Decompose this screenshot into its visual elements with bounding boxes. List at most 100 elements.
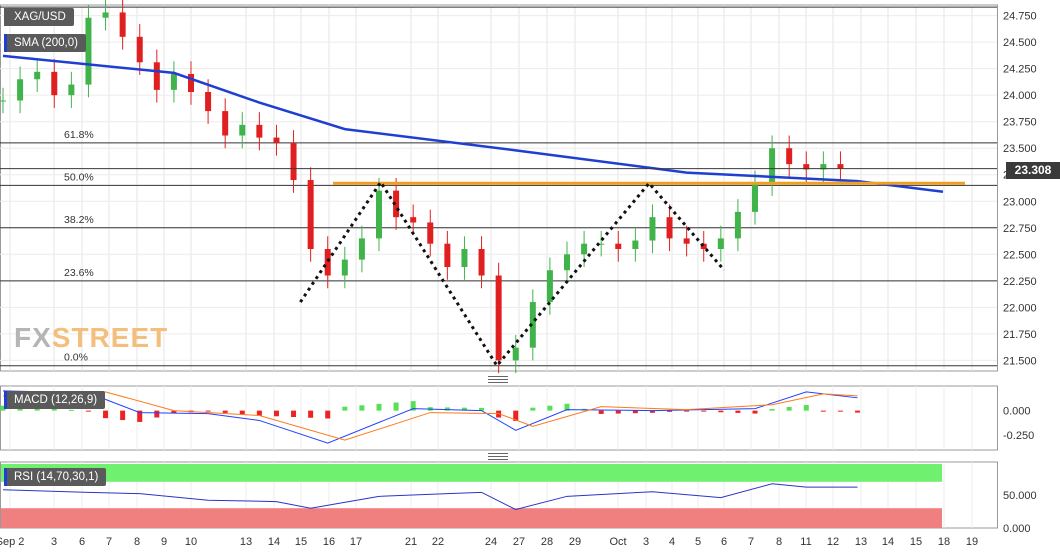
x-tick-label: 17	[350, 536, 362, 548]
fib-level-label: 38.2%	[64, 214, 94, 226]
candle	[461, 236, 468, 280]
macd-histogram-bar	[120, 410, 126, 421]
x-tick-label: 6	[721, 536, 727, 548]
macd-histogram-bar	[222, 410, 228, 413]
candle	[188, 61, 194, 105]
candle-body	[564, 254, 570, 271]
candle-body	[683, 238, 690, 244]
candle-body	[837, 164, 844, 169]
macd-histogram-bar	[735, 410, 741, 413]
candle	[256, 112, 263, 151]
macd-histogram-bar	[598, 410, 604, 414]
macd-histogram-bar	[530, 407, 536, 411]
macd-y-tick-label: -0.250	[1003, 430, 1034, 442]
candle-body	[170, 73, 177, 90]
pane-resize-handle-macd[interactable]	[488, 376, 508, 383]
macd-signal-line	[2, 391, 858, 441]
candle-body	[341, 259, 348, 276]
rsi-y-tick-label: 50.000	[1003, 490, 1037, 502]
candle	[564, 241, 570, 283]
fib-level-label: 61.8%	[64, 129, 94, 141]
x-tick-label: Sep 2	[0, 536, 24, 548]
x-tick-label: 5	[695, 536, 701, 548]
candle	[632, 227, 639, 262]
symbol-tag[interactable]: XAG/USD	[4, 8, 74, 26]
candle-body	[85, 17, 92, 85]
candle-body	[478, 249, 485, 276]
candle	[615, 230, 622, 262]
x-tick-label: 27	[513, 536, 525, 548]
candle	[717, 225, 724, 262]
x-tick-label: 28	[541, 536, 553, 548]
y-tick-label: 24.250	[1003, 64, 1037, 76]
candle-body	[136, 36, 143, 63]
candle	[34, 59, 41, 92]
candle-body	[717, 238, 724, 249]
macd-label: MACD (12,26,9)	[14, 394, 98, 406]
candle	[837, 151, 844, 182]
rsi-tag[interactable]: RSI (14,70,30,1)	[4, 468, 107, 486]
x-tick-label: 4	[669, 536, 675, 548]
x-tick-label: 14	[882, 536, 894, 548]
candle-body	[205, 91, 212, 112]
candle	[170, 61, 177, 103]
candle	[734, 199, 741, 252]
rsi-oversold-zone	[1, 508, 942, 528]
chart-container: Sep 2 3 6 7 8 9 10 13 14 15 16 17 21 22 24 27 28 29 Oct 3 4 5…	[0, 0, 1060, 555]
pane-resize-handle-rsi[interactable]	[488, 453, 508, 460]
y-tick-label: 24.750	[1003, 11, 1037, 23]
candle	[290, 130, 297, 193]
candle	[68, 71, 75, 108]
macd-histogram-bar	[154, 410, 160, 418]
x-tick-label: 7	[748, 536, 754, 548]
chart-canvas: Sep 2 3 6 7 8 9 10 13 14 15 16 17 21 22 24 27 28 29 Oct 3 4 5…	[0, 0, 1037, 548]
x-tick-label: 11	[800, 536, 811, 548]
sma-tag[interactable]: SMA (200,0)	[4, 34, 86, 52]
candle	[222, 98, 229, 149]
macd-histogram-bar	[342, 406, 348, 411]
macd-y-tick-label: 0.000	[1003, 406, 1031, 418]
macd-histogram-bar	[769, 408, 775, 411]
macd-histogram-bar	[855, 410, 861, 413]
macd-histogram-bar	[820, 410, 826, 412]
macd-histogram-bar	[239, 410, 245, 415]
macd-histogram-bar	[837, 410, 843, 412]
y-tick-label: 23.000	[1003, 196, 1037, 208]
candles	[0, 0, 844, 374]
y-tick-label: 24.500	[1003, 37, 1037, 49]
y-tick-label: 22.250	[1003, 276, 1037, 288]
candle-body	[324, 249, 331, 276]
last-price-label: 23.308	[1006, 162, 1060, 179]
macd-histogram-bar	[291, 410, 297, 418]
y-tick-label: 21.500	[1003, 355, 1037, 367]
x-tick-label: 29	[569, 536, 581, 548]
candle-body	[102, 12, 109, 18]
candle	[51, 59, 58, 108]
candle	[820, 151, 827, 183]
candle-body	[188, 73, 194, 92]
x-tick-label: 13	[855, 536, 867, 548]
candle-body	[546, 270, 553, 303]
candle	[427, 209, 434, 257]
candle	[17, 66, 24, 114]
x-tick-label: 12	[827, 536, 839, 548]
y-tick-label: 22.500	[1003, 249, 1037, 261]
candle-body	[444, 243, 451, 268]
macd-histogram-bar	[205, 410, 211, 412]
x-tick-label: 18	[938, 536, 950, 548]
candle	[495, 262, 502, 374]
candle-body	[649, 217, 656, 241]
candle-body	[358, 238, 365, 260]
x-tick-label: 15	[295, 536, 307, 548]
macd-histogram-bar	[376, 403, 382, 411]
candle-body	[222, 111, 229, 136]
symbol-label: XAG/USD	[14, 11, 66, 23]
candle-body	[410, 217, 417, 223]
candle	[786, 135, 793, 177]
macd-tag[interactable]: MACD (12,26,9)	[4, 391, 106, 409]
candle	[444, 230, 451, 280]
candle-body	[495, 275, 502, 361]
rsi-overbought-zone	[1, 464, 942, 482]
macd-histogram-bar	[393, 402, 399, 411]
x-tick-label: 21	[405, 536, 417, 548]
